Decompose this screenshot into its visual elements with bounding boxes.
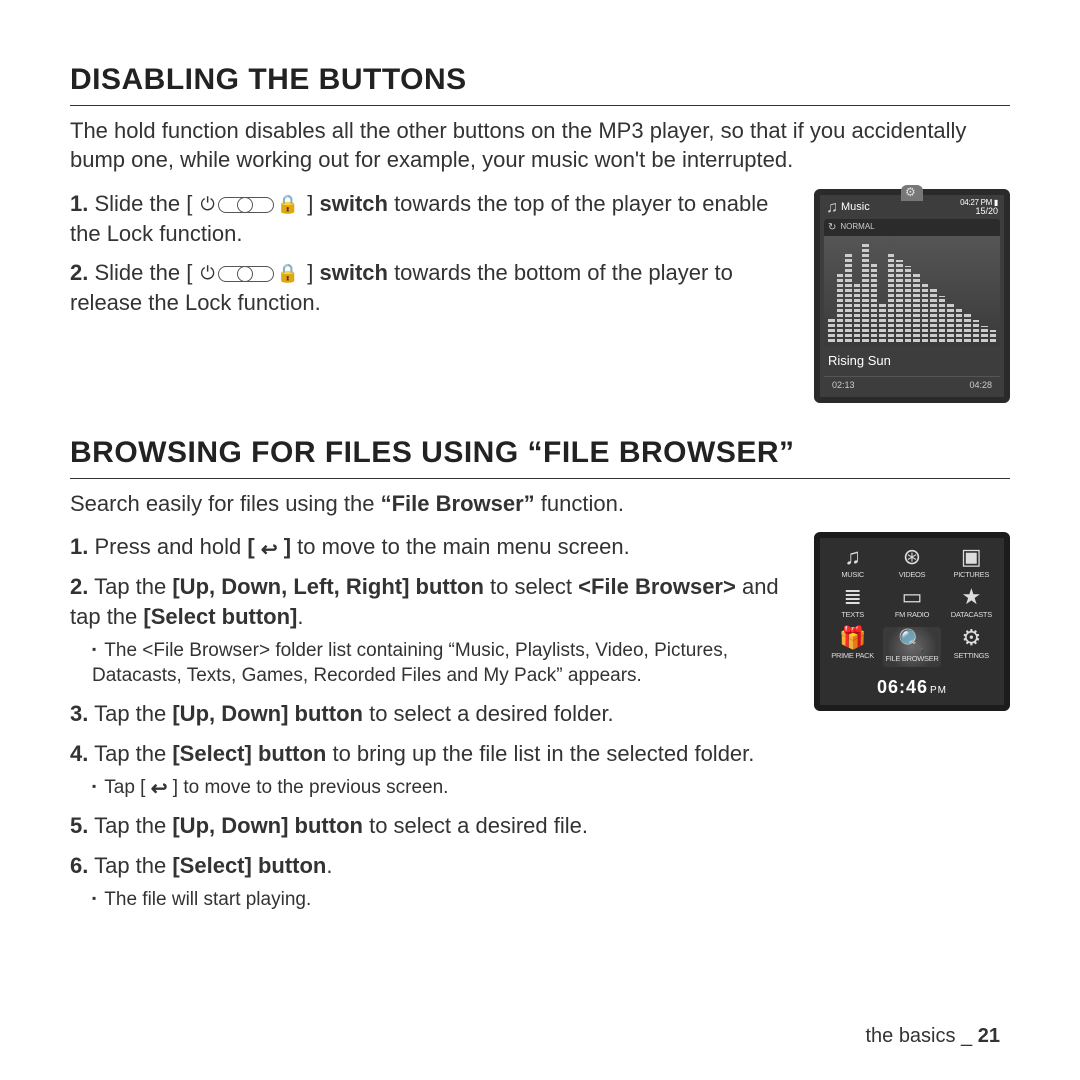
section1-intro: The hold function disables all the other…: [70, 116, 1010, 175]
eq-mode: NORMAL: [840, 222, 874, 233]
menu-item-settings: ⚙SETTINGS: [943, 627, 1000, 667]
settings-icon: ⚙: [961, 627, 981, 649]
videos-icon: ⊛: [903, 546, 921, 568]
menu-item-music: ♫MUSIC: [824, 546, 881, 580]
section1-title: DISABLING THE BUTTONS: [70, 60, 1010, 106]
time-elapsed: 02:13: [832, 379, 855, 391]
pictures-icon: ▣: [961, 546, 982, 568]
menu-item-datacasts: ★DATACASTS: [943, 586, 1000, 620]
device-menu-preview: ♫MUSIC⊛VIDEOS▣PICTURES ≣TEXTS▭FM RADIO★DA…: [814, 532, 1010, 711]
back-icon: ↩: [151, 776, 168, 803]
section1-step2: 2. Slide the [ ⏻🔒 ] switch towards the b…: [70, 258, 796, 317]
section2-intro: Search easily for files using the “File …: [70, 489, 1010, 519]
menu-item-pictures: ▣PICTURES: [943, 546, 1000, 580]
section2-steps: 1. Press and hold [ ↩ ] to move to the m…: [70, 532, 796, 912]
equalizer-visualization: [824, 236, 1000, 346]
menu-item-texts: ≣TEXTS: [824, 586, 881, 620]
power-lock-switch-icon: ⏻🔒: [200, 262, 299, 286]
device-music-preview: ♫ Music 04:27 PM ▮ 15/20 ↻ NORMAL Rising…: [814, 189, 1010, 403]
repeat-icon: ↻: [828, 221, 836, 235]
section2-step4: 4. Tap the [Select] button to bring up t…: [70, 739, 796, 802]
section1-steps: 1. Slide the [ ⏻🔒 ] switch towards the t…: [70, 189, 796, 318]
file-browser-icon: 🔍: [898, 630, 925, 652]
power-lock-switch-icon: ⏻🔒: [200, 193, 299, 217]
section2-title: BROWSING FOR FILES USING “FILE BROWSER”: [70, 433, 1010, 479]
menu-item-prime-pack: 🎁PRIME PACK: [824, 627, 881, 667]
section1-step1: 1. Slide the [ ⏻🔒 ] switch towards the t…: [70, 189, 796, 248]
menu-item-fm-radio: ▭FM RADIO: [883, 586, 940, 620]
section2-step1: 1. Press and hold [ ↩ ] to move to the m…: [70, 532, 796, 562]
page-footer: the basics _ 21: [865, 1023, 1000, 1050]
time-total: 04:28: [969, 379, 992, 391]
section2-step6: 6. Tap the [Select] button. The file wil…: [70, 851, 796, 912]
prime-pack-icon: 🎁: [839, 627, 866, 649]
music-note-icon: ♫: [826, 200, 838, 216]
datacasts-icon: ★: [961, 586, 981, 608]
section2-step2: 2. Tap the [Up, Down, Left, Right] butto…: [70, 572, 796, 689]
song-title: Rising Sun: [820, 346, 1004, 372]
texts-icon: ≣: [843, 586, 861, 608]
music-icon: ♫: [844, 546, 861, 568]
fm-radio-icon: ▭: [902, 586, 923, 608]
section2-step5: 5. Tap the [Up, Down] button to select a…: [70, 811, 796, 841]
section2-step3: 3. Tap the [Up, Down] button to select a…: [70, 699, 796, 729]
device-clock: 06:46PM: [824, 675, 1000, 699]
gear-icon: [901, 185, 923, 201]
menu-item-videos: ⊛VIDEOS: [883, 546, 940, 580]
back-icon: ↩: [261, 537, 278, 564]
menu-item-file-browser: 🔍FILE BROWSER: [883, 627, 940, 667]
